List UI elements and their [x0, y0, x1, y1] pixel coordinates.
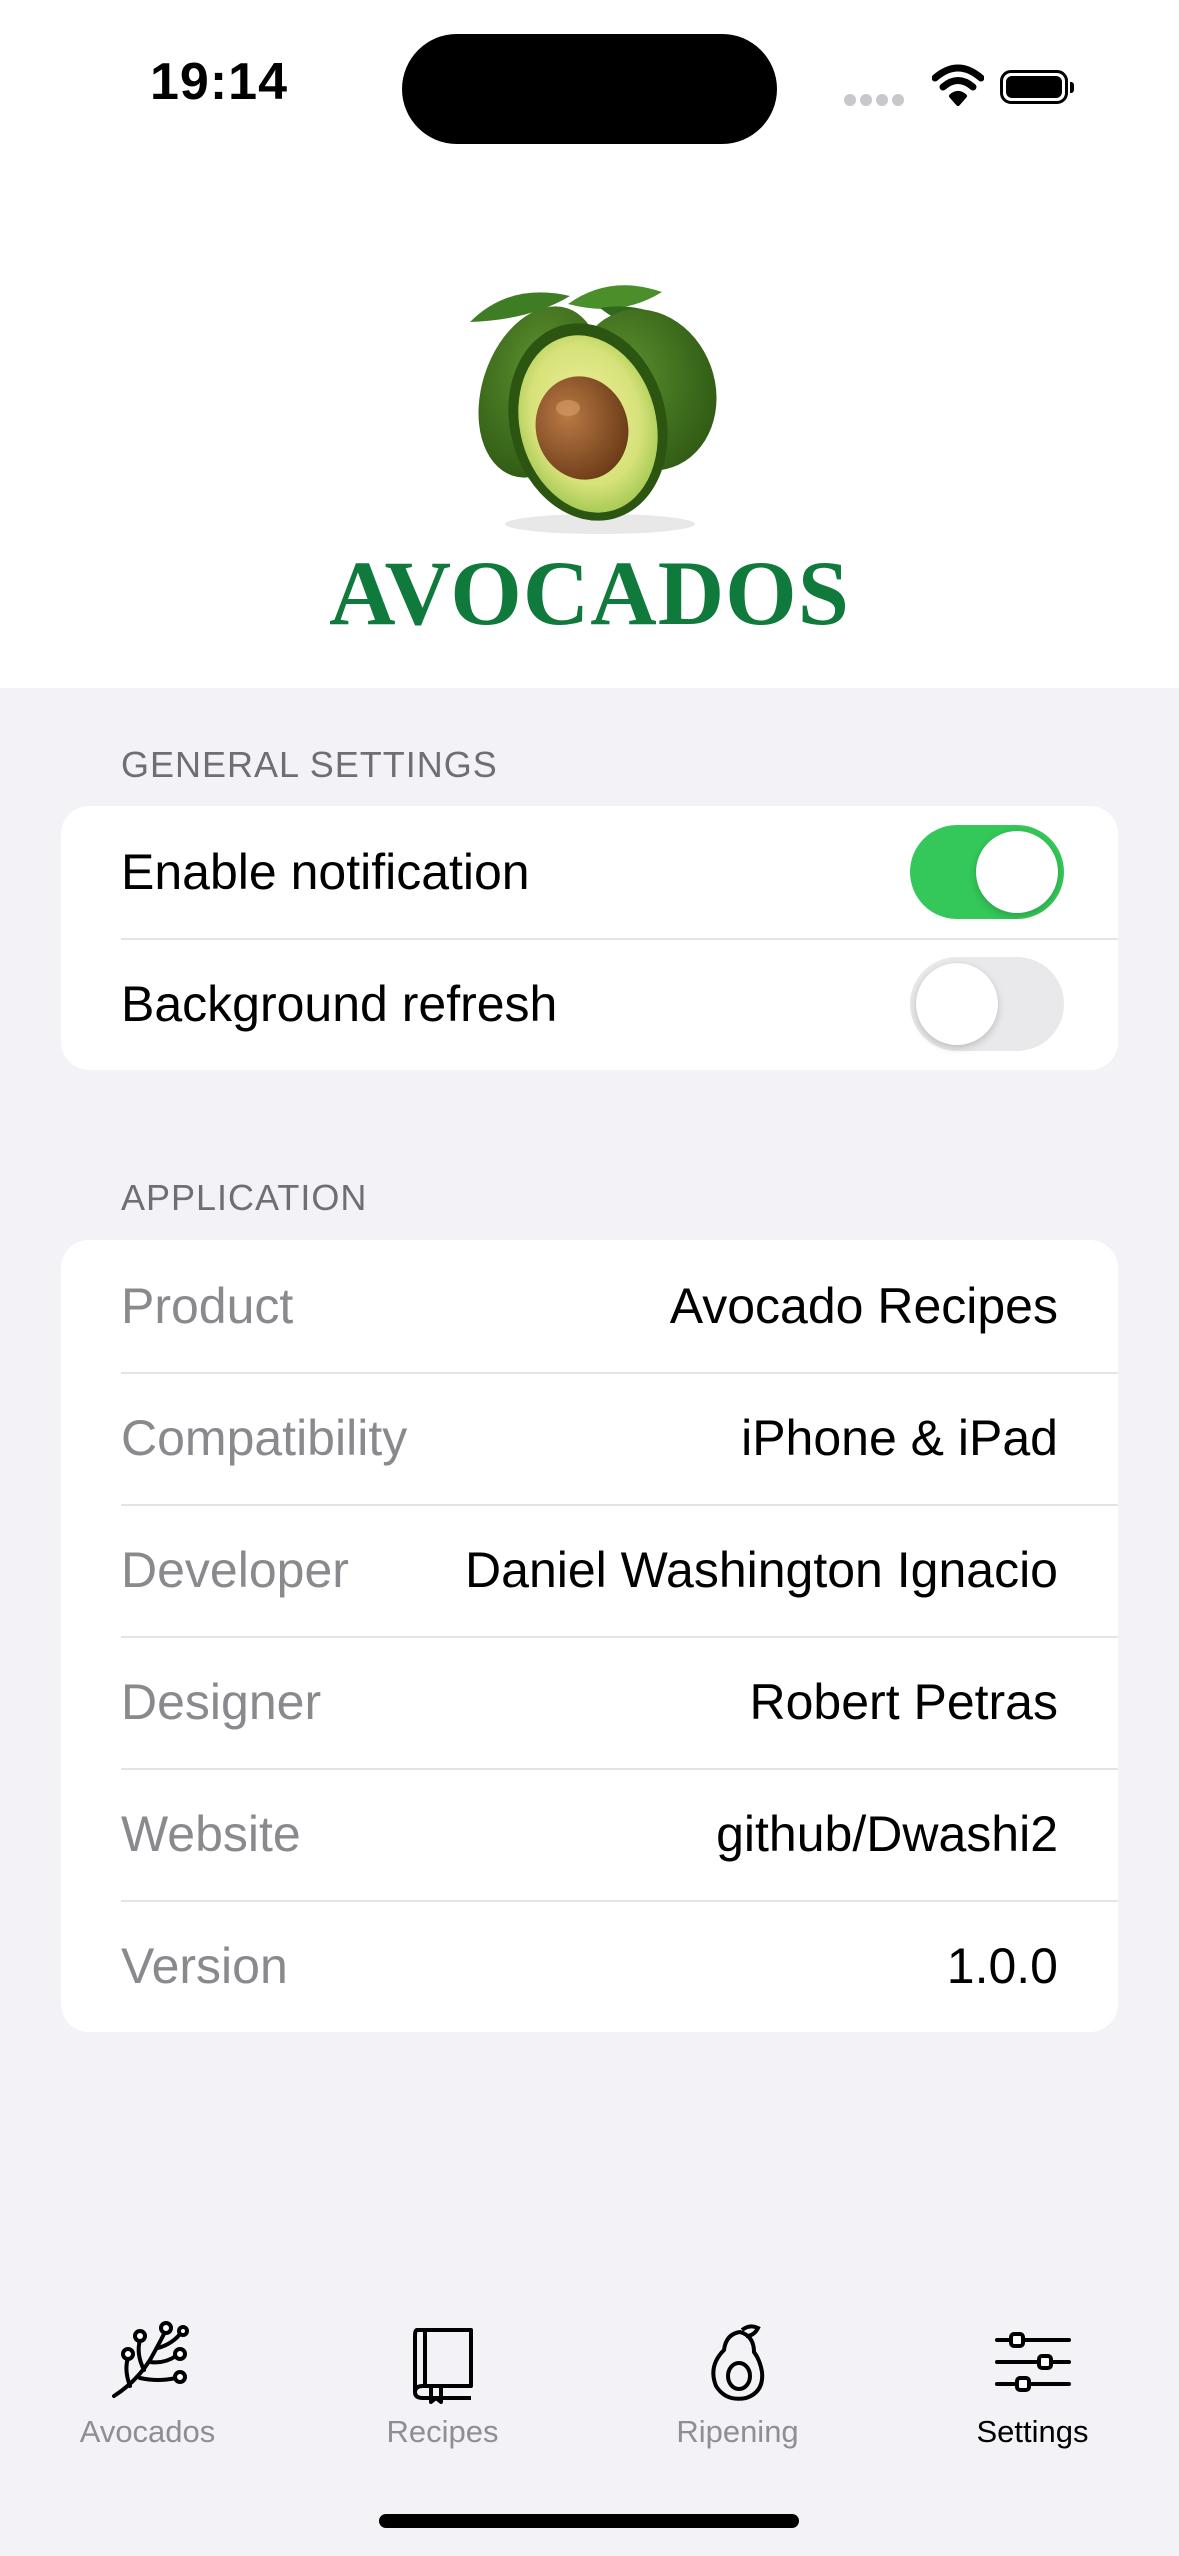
designer-label: Designer	[121, 1674, 322, 1730]
tab-settings[interactable]: Settings	[885, 2320, 1179, 2450]
application-header: APPLICATION	[121, 1177, 368, 1218]
enable-notification-label: Enable notification	[121, 844, 530, 900]
branch-icon	[111, 2321, 189, 2398]
developer-row: Developer Daniel Washington Ignacio	[61, 1504, 1118, 1636]
compatibility-value: iPhone & iPad	[741, 1410, 1058, 1466]
product-value: Avocado Recipes	[669, 1278, 1058, 1334]
version-row: Version 1.0.0	[61, 1900, 1118, 2032]
version-label: Version	[121, 1938, 288, 1994]
application-card: Product Avocado Recipes Compatibility iP…	[61, 1240, 1118, 2032]
background-refresh-row: Background refresh	[61, 938, 1118, 1070]
product-row: Product Avocado Recipes	[61, 1240, 1118, 1372]
background-refresh-toggle[interactable]	[910, 957, 1064, 1051]
designer-row: Designer Robert Petras	[61, 1636, 1118, 1768]
avocado-hero-image	[470, 285, 717, 534]
version-value: 1.0.0	[946, 1938, 1058, 1994]
website-link[interactable]: github/Dwashi2	[716, 1768, 1058, 1900]
dynamic-island	[402, 34, 777, 144]
website-row[interactable]: Website github/Dwashi2	[61, 1768, 1118, 1900]
home-indicator[interactable]	[379, 2514, 799, 2528]
compatibility-label: Compatibility	[121, 1410, 408, 1466]
developer-label: Developer	[121, 1542, 349, 1598]
tab-label-avocados: Avocados	[79, 2414, 216, 2449]
enable-notification-toggle[interactable]	[910, 825, 1064, 919]
compatibility-row: Compatibility iPhone & iPad	[61, 1372, 1118, 1504]
designer-value: Robert Petras	[749, 1674, 1058, 1730]
general-settings-card: Enable notification Background refresh	[61, 806, 1118, 1070]
book-icon	[412, 2328, 473, 2404]
background-refresh-label: Background refresh	[121, 976, 558, 1032]
tab-label-ripening: Ripening	[676, 2414, 799, 2449]
status-icons	[840, 62, 1090, 112]
wifi-icon	[932, 64, 984, 106]
status-time: 19:14	[150, 53, 288, 111]
tab-avocados[interactable]: Avocados	[0, 2320, 295, 2450]
website-label: Website	[121, 1806, 301, 1862]
enable-notification-row: Enable notification	[61, 806, 1118, 938]
header-area: 19:14 AVOCADOS	[0, 0, 1179, 688]
avocado-icon	[710, 2324, 764, 2401]
tab-recipes[interactable]: Recipes	[295, 2320, 590, 2450]
tab-label-recipes: Recipes	[386, 2414, 499, 2449]
tab-ripening[interactable]: Ripening	[590, 2320, 885, 2450]
sliders-icon	[994, 2332, 1071, 2392]
tab-label-settings: Settings	[976, 2414, 1089, 2449]
general-settings-header: GENERAL SETTINGS	[121, 744, 498, 785]
battery-icon	[1000, 70, 1074, 104]
product-label: Product	[121, 1278, 294, 1334]
brand-title: AVOCADOS	[329, 542, 850, 644]
developer-value: Daniel Washington Ignacio	[465, 1542, 1058, 1598]
